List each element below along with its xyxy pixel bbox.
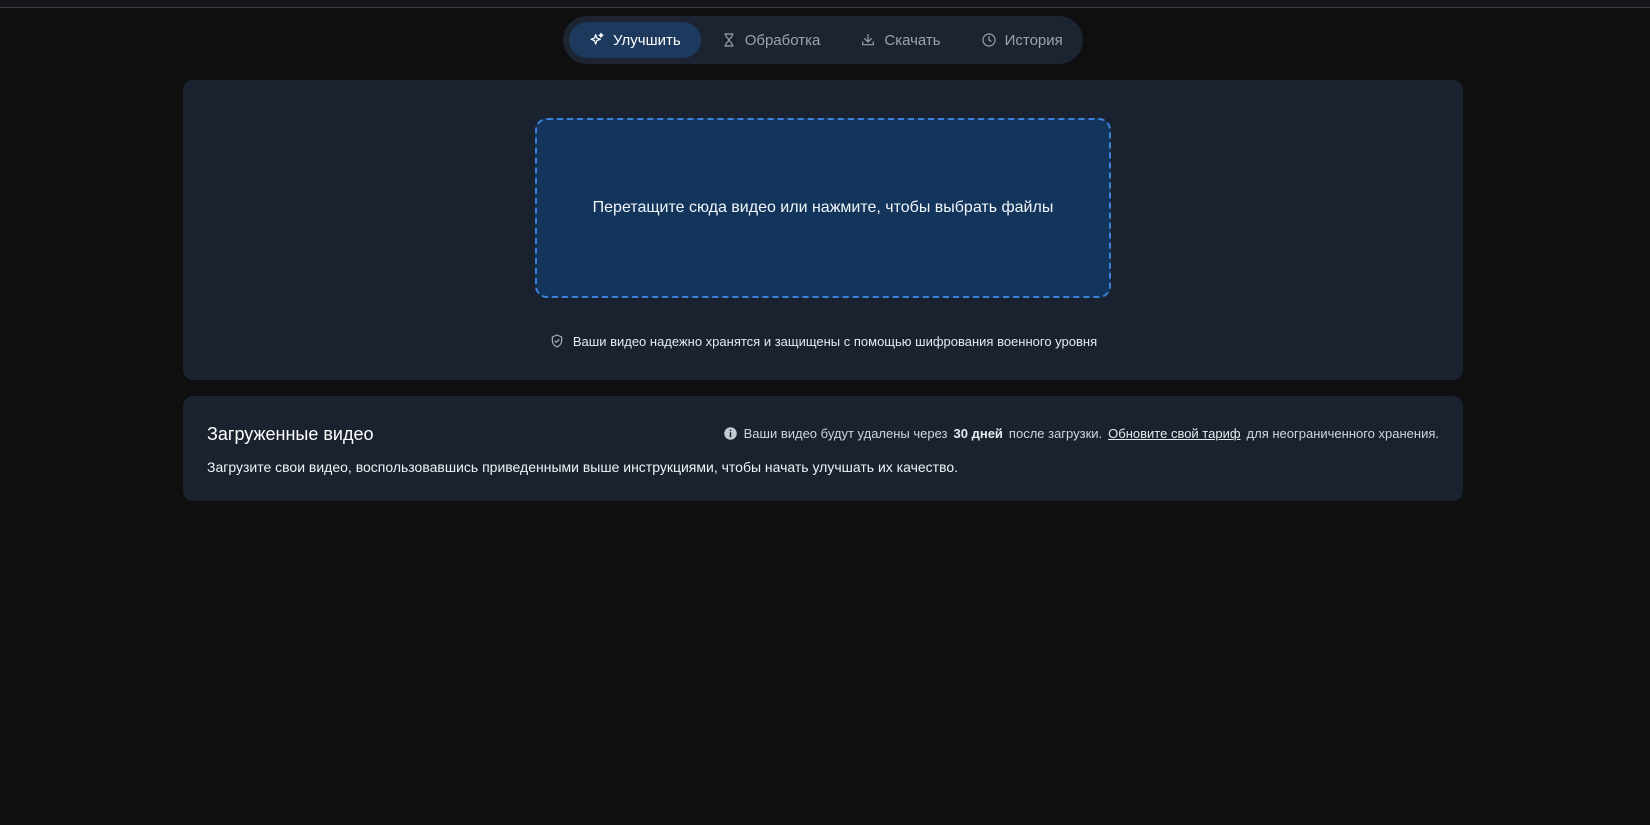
tab-bar: Улучшить Обработка Скачать История [563,16,1083,64]
uploaded-videos-title: Загруженные видео [207,424,374,444]
window-top-border [0,0,1650,8]
tab-label: Обработка [744,31,821,49]
retention-notice: Ваши видео будут удалены через 30 дней п… [723,426,1439,441]
tab-enhance[interactable]: Улучшить [569,22,701,58]
retention-suffix: для неограниченного хранения. [1246,426,1439,441]
retention-prefix: Ваши видео будут удалены через [743,426,948,441]
uploaded-videos-description: Загрузите свои видео, воспользовавшись п… [207,459,959,475]
sparkles-icon [590,32,604,45]
tab-label: История [1004,31,1063,49]
tab-label: Улучшить [613,31,681,49]
retention-middle: после загрузки. [1008,426,1103,441]
tab-download[interactable]: Скачать [840,22,960,58]
uploaded-videos-card: Загруженные видео Ваши видео будут удале… [183,396,1463,501]
security-note-text: Ваши видео надежно хранятся и защищены с… [572,333,1098,349]
shield-check-icon [551,334,563,348]
download-icon [862,34,875,46]
tab-label: Скачать [884,31,941,49]
dropzone-text: Перетащите сюда видео или нажмите, чтобы… [592,199,1054,216]
tab-processing[interactable]: Обработка [701,22,841,58]
clock-icon [982,33,996,47]
tab-history[interactable]: История [961,22,1083,58]
upload-card: Перетащите сюда видео или нажмите, чтобы… [183,80,1463,380]
video-dropzone[interactable]: Перетащите сюда видео или нажмите, чтобы… [535,118,1111,298]
security-note: Ваши видео надежно хранятся и защищены с… [183,333,1463,349]
retention-days: 30 дней [953,426,1003,441]
info-icon [723,427,737,440]
upgrade-plan-link[interactable]: Обновите свой тариф [1108,426,1240,441]
hourglass-icon [724,33,734,47]
